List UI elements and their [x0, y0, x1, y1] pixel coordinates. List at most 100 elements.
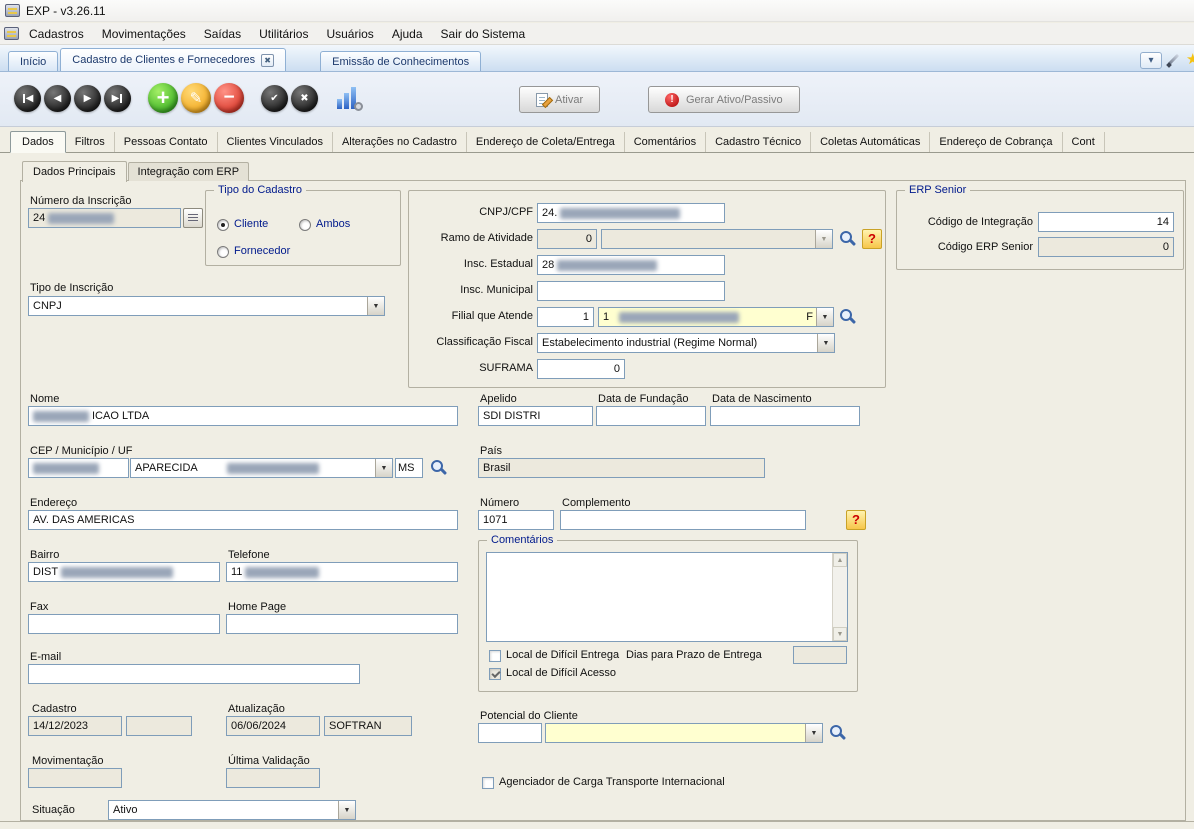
radio-fornecedor[interactable] — [217, 246, 229, 258]
cadastro-extra-field[interactable] — [126, 716, 192, 736]
add-record-button[interactable]: + — [148, 83, 178, 113]
potencial-dropdown-icon[interactable]: ▼ — [805, 724, 822, 742]
radio-cliente-label[interactable]: Cliente — [234, 218, 268, 230]
telefone-field[interactable]: 11 — [226, 562, 458, 582]
ramo-code-field[interactable] — [537, 229, 597, 249]
fax-field[interactable] — [28, 614, 220, 634]
classificacao-fiscal-combo[interactable]: Estabelecimento industrial (Regime Norma… — [537, 333, 835, 353]
doc-tab-cadastro-clientes[interactable]: Cadastro de Clientes e Fornecedores ✖ — [60, 48, 286, 71]
tab-contatos[interactable]: Cont — [1063, 132, 1105, 152]
homepage-field[interactable] — [226, 614, 458, 634]
doc-tab-inicio[interactable]: Início — [8, 51, 58, 71]
gerar-ativo-passivo-button[interactable]: ! Gerar Ativo/Passivo — [648, 86, 800, 113]
radio-cliente[interactable] — [217, 219, 229, 231]
ramo-combo[interactable]: ▼ — [601, 229, 833, 249]
subtab-integracao-erp[interactable]: Integração com ERP — [128, 162, 250, 181]
edit-record-button[interactable]: ✎ — [181, 83, 211, 113]
tab-cadastro-tecnico[interactable]: Cadastro Técnico — [706, 132, 811, 152]
cep-field[interactable] — [28, 458, 129, 478]
dificil-acesso-label[interactable]: Local de Difícil Acesso — [506, 667, 616, 679]
tab-filtros[interactable]: Filtros — [66, 132, 115, 152]
nav-first-button[interactable]: ◀ — [14, 85, 41, 112]
ativar-button[interactable]: Ativar — [519, 86, 600, 113]
complemento-field[interactable] — [560, 510, 806, 530]
tab-coletas-automaticas[interactable]: Coletas Automáticas — [811, 132, 930, 152]
cadastro-data-field[interactable] — [28, 716, 122, 736]
filial-combo[interactable]: 1 F ▼ — [598, 307, 834, 327]
tab-endereco-cobranca[interactable]: Endereço de Cobrança — [930, 132, 1062, 152]
radio-fornecedor-label[interactable]: Fornecedor — [234, 245, 290, 257]
insc-municipal-field[interactable] — [537, 281, 725, 301]
situacao-dropdown-icon[interactable]: ▼ — [338, 801, 355, 819]
tab-dados[interactable]: Dados — [10, 131, 66, 153]
codigo-erp-senior-field[interactable] — [1038, 237, 1174, 257]
cancel-button[interactable]: ✖ — [291, 85, 318, 112]
scroll-down-icon[interactable]: ▼ — [833, 627, 847, 641]
comentarios-textarea[interactable]: ▲ ▼ — [486, 552, 848, 642]
menu-usuarios[interactable]: Usuários — [318, 25, 381, 43]
nav-next-button[interactable]: ▶ — [74, 85, 101, 112]
tipo-inscricao-dropdown-icon[interactable]: ▼ — [367, 297, 384, 315]
nav-last-button[interactable]: ▶ — [104, 85, 131, 112]
potencial-combo[interactable]: ▼ — [545, 723, 823, 743]
pais-field[interactable] — [478, 458, 765, 478]
delete-record-button[interactable]: − — [214, 83, 244, 113]
menu-sair-do-sistema[interactable]: Sair do Sistema — [433, 25, 534, 43]
radio-ambos-label[interactable]: Ambos — [316, 218, 350, 230]
tab-endereco-coleta-entrega[interactable]: Endereço de Coleta/Entrega — [467, 132, 625, 152]
comentarios-scrollbar[interactable]: ▲ ▼ — [832, 553, 847, 641]
menu-saidas[interactable]: Saídas — [196, 25, 249, 43]
tab-comentarios[interactable]: Comentários — [625, 132, 706, 152]
pen-tool-icon[interactable] — [1166, 51, 1182, 69]
ramo-search-icon[interactable] — [840, 231, 856, 247]
dificil-entrega-checkbox[interactable] — [489, 650, 501, 662]
favorite-star-icon[interactable]: ★ — [1186, 50, 1194, 68]
data-nascimento-field[interactable] — [710, 406, 860, 426]
inscricao-list-button[interactable] — [183, 208, 203, 228]
close-tab-icon[interactable]: ✖ — [261, 54, 274, 67]
complemento-help-button[interactable]: ? — [846, 510, 866, 530]
menu-utilitarios[interactable]: Utilitários — [251, 25, 316, 43]
menu-movimentacoes[interactable]: Movimentações — [94, 25, 194, 43]
municipio-dropdown-icon[interactable]: ▼ — [375, 459, 392, 477]
insc-estadual-field[interactable]: 28 — [537, 255, 725, 275]
email-field[interactable] — [28, 664, 360, 684]
agenciador-checkbox[interactable] — [482, 777, 494, 789]
doc-tab-emissao-conhecimentos[interactable]: Emissão de Conhecimentos — [320, 51, 481, 71]
agenciador-label[interactable]: Agenciador de Carga Transporte Internaci… — [499, 776, 725, 788]
dificil-entrega-label[interactable]: Local de Difícil Entrega — [506, 649, 619, 661]
apelido-field[interactable] — [478, 406, 593, 426]
tab-list-chevron-button[interactable]: ▾ — [1140, 52, 1162, 69]
atualizacao-data-field[interactable] — [226, 716, 320, 736]
scroll-up-icon[interactable]: ▲ — [833, 553, 847, 567]
nome-field[interactable]: ICAO LTDA — [28, 406, 458, 426]
ultima-validacao-field[interactable] — [226, 768, 320, 788]
subtab-dados-principais[interactable]: Dados Principais — [22, 161, 127, 182]
ramo-help-button[interactable]: ? — [862, 229, 882, 249]
chart-report-button[interactable] — [335, 85, 363, 111]
filial-code-field[interactable] — [537, 307, 594, 327]
municipio-combo[interactable]: APARECIDA ▼ — [130, 458, 393, 478]
uf-field[interactable] — [395, 458, 423, 478]
movimentacao-field[interactable] — [28, 768, 122, 788]
numero-inscricao-field[interactable]: 24 — [28, 208, 181, 228]
filial-dropdown-icon[interactable]: ▼ — [816, 308, 833, 326]
endereco-field[interactable] — [28, 510, 458, 530]
atualizacao-usuario-field[interactable] — [324, 716, 412, 736]
potencial-search-icon[interactable] — [830, 725, 846, 741]
filial-search-icon[interactable] — [840, 309, 856, 325]
bairro-field[interactable]: DIST — [28, 562, 220, 582]
tipo-inscricao-combo[interactable]: CNPJ ▼ — [28, 296, 385, 316]
tab-clientes-vinculados[interactable]: Clientes Vinculados — [218, 132, 333, 152]
data-fundacao-field[interactable] — [596, 406, 706, 426]
numero-field[interactable] — [478, 510, 554, 530]
tab-pessoas-contato[interactable]: Pessoas Contato — [115, 132, 218, 152]
radio-ambos[interactable] — [299, 219, 311, 231]
menu-ajuda[interactable]: Ajuda — [384, 25, 431, 43]
cnpj-field[interactable]: 24. — [537, 203, 725, 223]
confirm-button[interactable]: ✔ — [261, 85, 288, 112]
codigo-integracao-field[interactable] — [1038, 212, 1174, 232]
suframa-field[interactable] — [537, 359, 625, 379]
ramo-dropdown-icon[interactable]: ▼ — [815, 230, 832, 248]
situacao-combo[interactable]: Ativo ▼ — [108, 800, 356, 820]
